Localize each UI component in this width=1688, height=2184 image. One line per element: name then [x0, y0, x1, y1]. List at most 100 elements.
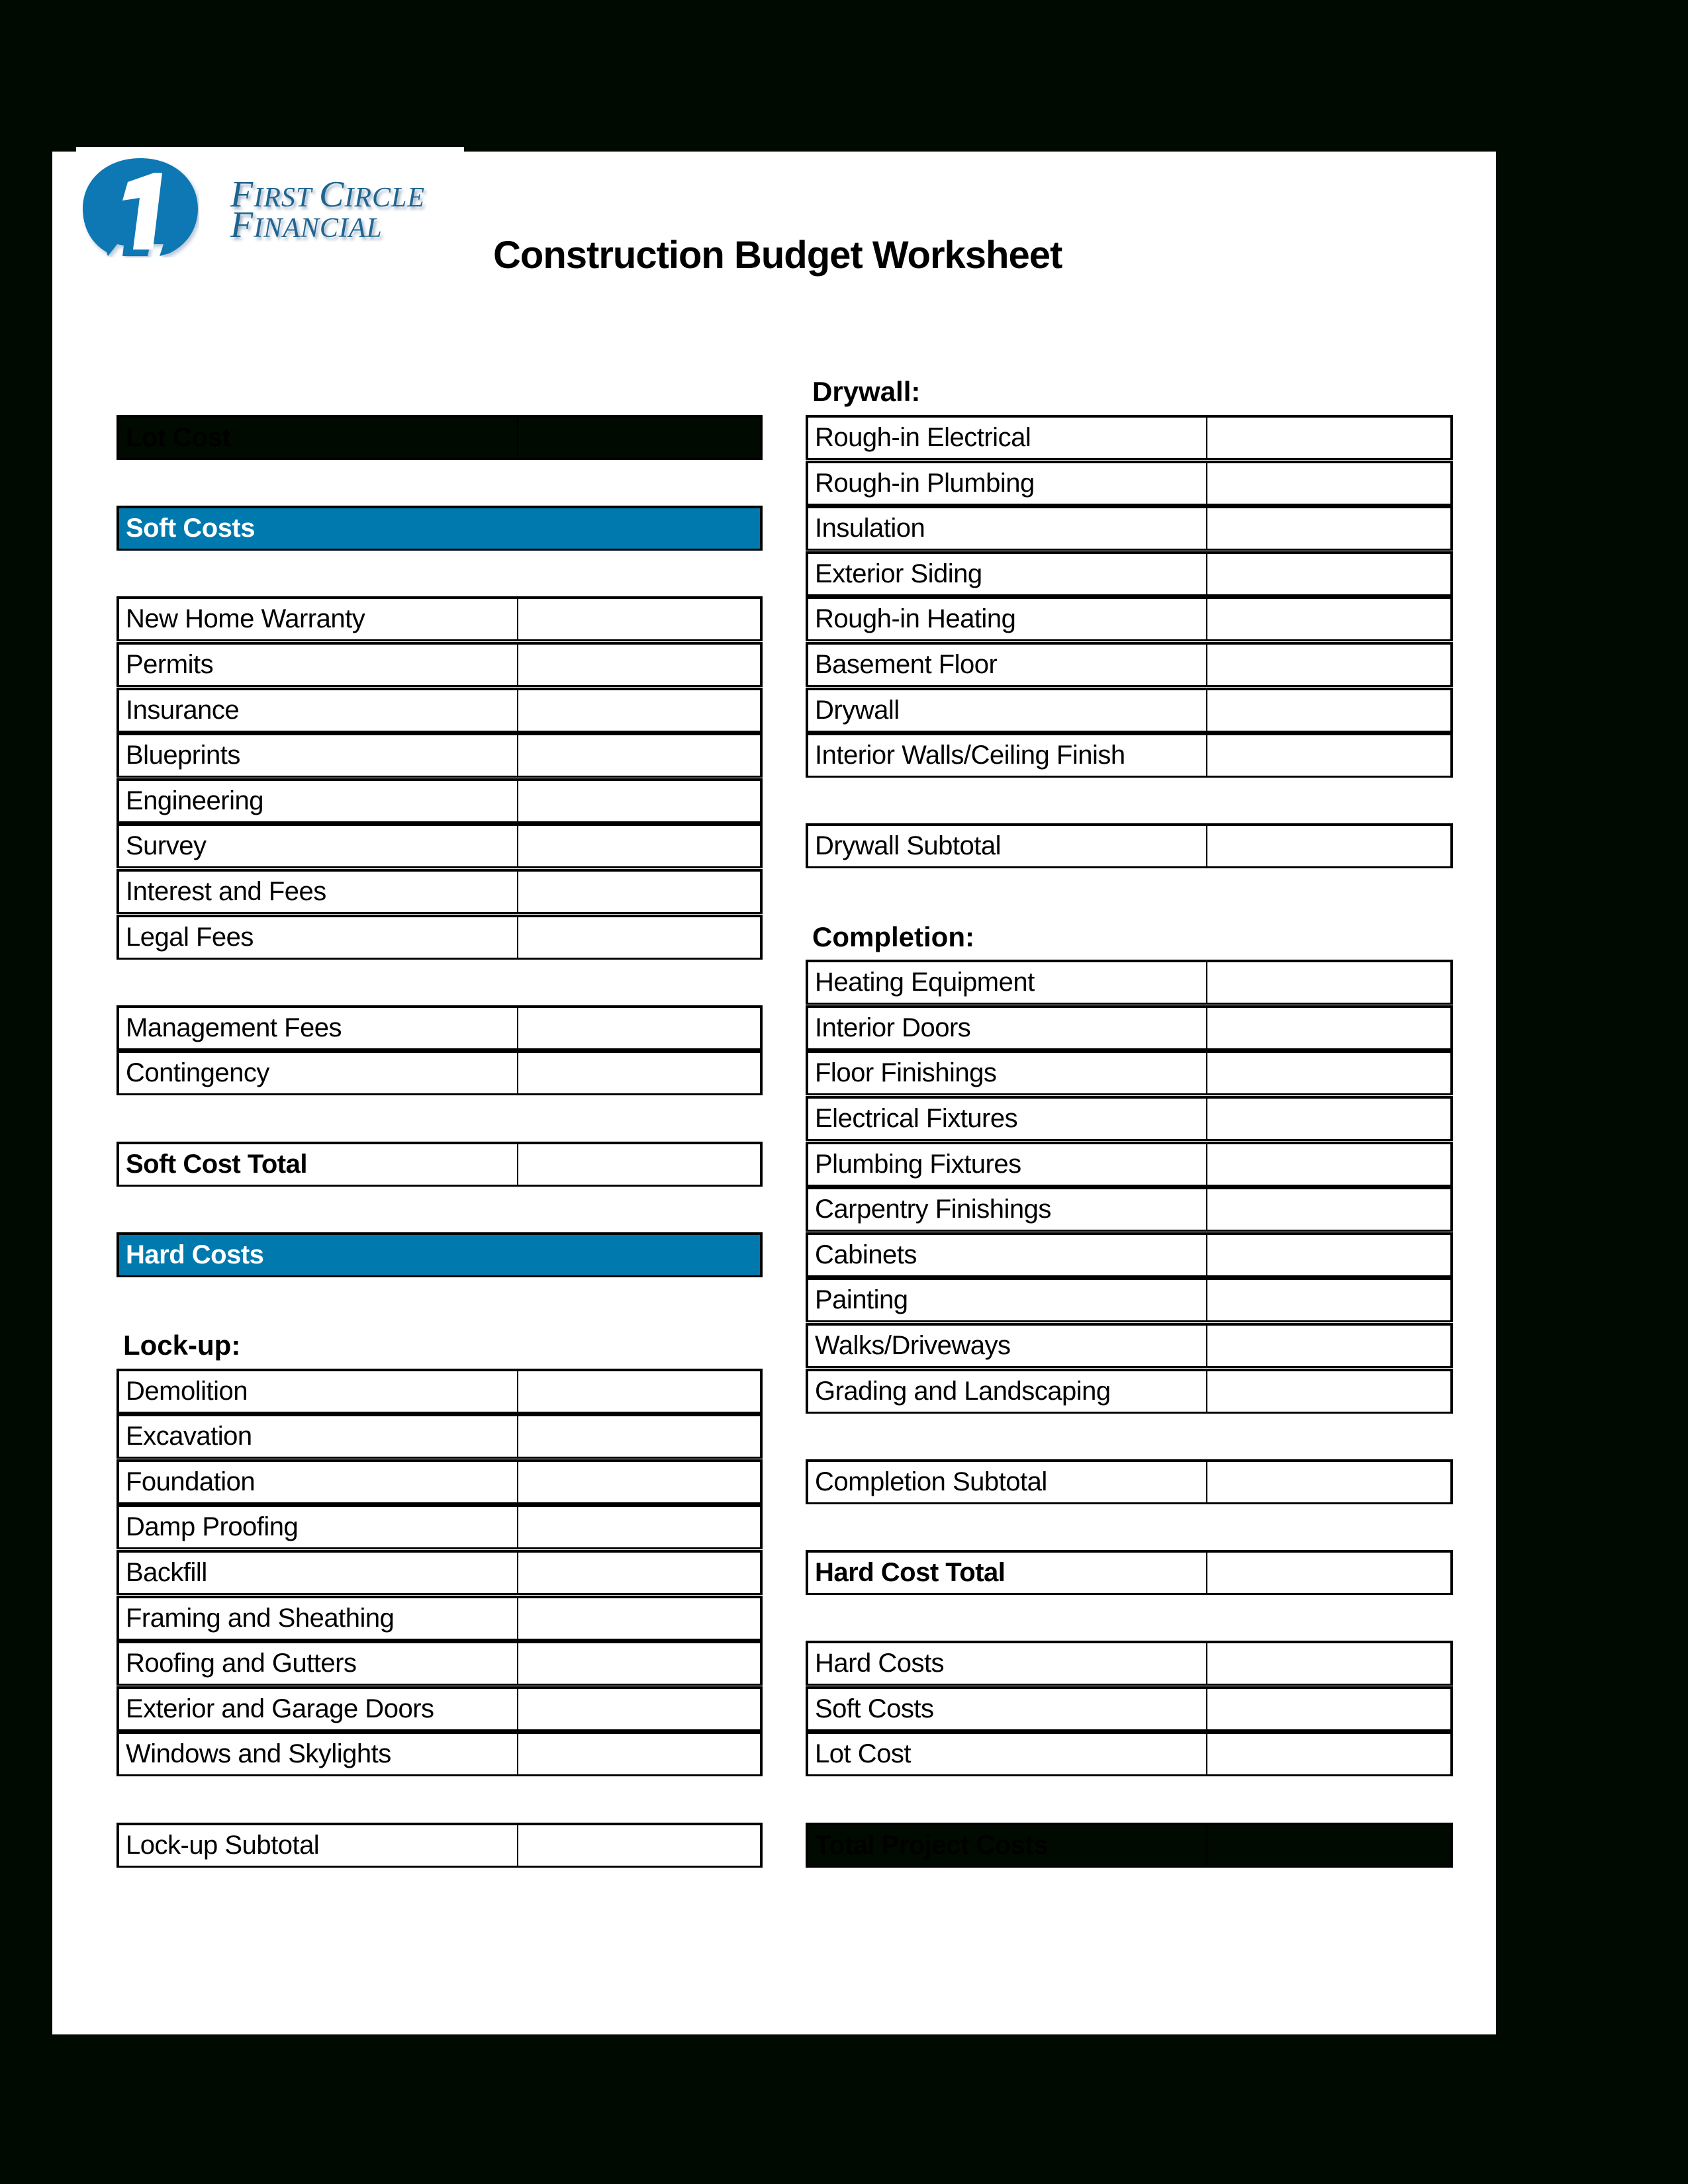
grading-and-landscaping-amount-field[interactable]	[1206, 1369, 1453, 1414]
excavation-row: Excavation	[117, 1414, 763, 1459]
total-project-costs-amount-field[interactable]	[1206, 1823, 1453, 1868]
hard-cost-total-amount-field[interactable]	[1206, 1550, 1453, 1595]
label-cell: Framing and Sheathing	[117, 1596, 518, 1641]
roofing-and-gutters-row: Roofing and Gutters	[117, 1641, 763, 1686]
management-fees-row: Management Fees	[117, 1005, 763, 1050]
framing-and-sheathing-label: Framing and Sheathing	[126, 1604, 395, 1633]
plumbing-fixtures-amount-field[interactable]	[1206, 1142, 1453, 1187]
backfill-amount-field[interactable]	[517, 1550, 763, 1595]
excavation-label: Excavation	[126, 1422, 252, 1451]
exterior-and-garage-doors-label: Exterior and Garage Doors	[126, 1694, 434, 1723]
drywall-exterior-siding-amount-field[interactable]	[1206, 551, 1453, 596]
walks-driveways-amount-field[interactable]	[1206, 1323, 1453, 1368]
contingency-amount-field[interactable]	[517, 1050, 763, 1095]
lock-up-subtotal-amount-field[interactable]	[517, 1823, 763, 1868]
drywall-subtotal-row: Drywall Subtotal	[806, 823, 1453, 868]
logo-text-financial: FINANCIAL	[230, 204, 383, 246]
label-cell: Interior Walls/Ceiling Finish	[806, 733, 1207, 778]
drywall-rough-in-electrical-row: Rough-in Electrical	[806, 415, 1453, 460]
foundation-amount-field[interactable]	[517, 1459, 763, 1504]
summary-soft-costs-amount-field[interactable]	[1206, 1686, 1453, 1731]
interest-and-fees-amount-field[interactable]	[517, 869, 763, 914]
permits-amount-field[interactable]	[517, 642, 763, 687]
carpentry-finishings-label: Carpentry Finishings	[815, 1195, 1051, 1224]
drywall-rough-in-electrical-label: Rough-in Electrical	[815, 423, 1031, 452]
label-cell: Windows and Skylights	[117, 1731, 518, 1776]
drywall-insulation-amount-field[interactable]	[1206, 506, 1453, 551]
windows-and-skylights-label: Windows and Skylights	[126, 1739, 391, 1768]
label-cell: Floor Finishings	[806, 1050, 1207, 1095]
insurance-row: Insurance	[117, 688, 763, 733]
label-cell: Interest and Fees	[117, 869, 518, 914]
label-cell: Blueprints	[117, 733, 518, 778]
interior-doors-amount-field[interactable]	[1206, 1005, 1453, 1050]
roofing-and-gutters-amount-field[interactable]	[517, 1641, 763, 1686]
cabinets-amount-field[interactable]	[1206, 1232, 1453, 1277]
drywall-rough-in-electrical-amount-field[interactable]	[1206, 415, 1453, 460]
electrical-fixtures-amount-field[interactable]	[1206, 1096, 1453, 1141]
completion-subtotal-row: Completion Subtotal	[806, 1459, 1453, 1504]
soft-cost-total-amount-field[interactable]	[517, 1142, 763, 1187]
survey-label: Survey	[126, 831, 207, 860]
drywall-basement-floor-amount-field[interactable]	[1206, 642, 1453, 687]
drywall-basement-floor-row: Basement Floor	[806, 642, 1453, 687]
contingency-row: Contingency	[117, 1050, 763, 1095]
drywall-rough-in-plumbing-amount-field[interactable]	[1206, 461, 1453, 506]
legal-fees-amount-field[interactable]	[517, 915, 763, 960]
new-home-warranty-amount-field[interactable]	[517, 596, 763, 641]
drywall-insulation-label: Insulation	[815, 514, 925, 543]
label-cell: Rough-in Electrical	[806, 415, 1207, 460]
label-cell: Grading and Landscaping	[806, 1369, 1207, 1414]
label-cell: Foundation	[117, 1459, 518, 1504]
soft-costs-header-label: Soft Costs	[126, 514, 256, 543]
excavation-amount-field[interactable]	[517, 1414, 763, 1459]
exterior-and-garage-doors-amount-field[interactable]	[517, 1686, 763, 1731]
drywall-rough-in-heating-amount-field[interactable]	[1206, 596, 1453, 641]
lock-up-subtotal-row: Lock-up Subtotal	[117, 1823, 763, 1868]
plumbing-fixtures-label: Plumbing Fixtures	[815, 1150, 1021, 1179]
engineering-amount-field[interactable]	[517, 778, 763, 823]
contingency-label: Contingency	[126, 1058, 269, 1087]
completion-subtotal-amount-field[interactable]	[1206, 1459, 1453, 1504]
drywall-subtotal-amount-field[interactable]	[1206, 823, 1453, 868]
label-cell: Roofing and Gutters	[117, 1641, 518, 1686]
drywall-heading: Drywall:	[812, 376, 921, 407]
drywall-subtotal-label: Drywall Subtotal	[815, 831, 1002, 860]
drywall-interior-walls-ceiling-finish-row: Interior Walls/Ceiling Finish	[806, 733, 1453, 778]
floor-finishings-amount-field[interactable]	[1206, 1050, 1453, 1095]
permits-label: Permits	[126, 650, 214, 679]
drywall-exterior-siding-row: Exterior Siding	[806, 551, 1453, 596]
painting-amount-field[interactable]	[1206, 1277, 1453, 1322]
windows-and-skylights-row: Windows and Skylights	[117, 1731, 763, 1776]
blueprints-amount-field[interactable]	[517, 733, 763, 778]
electrical-fixtures-row: Electrical Fixtures	[806, 1096, 1453, 1141]
label-cell: Soft Costs	[117, 506, 763, 551]
management-fees-amount-field[interactable]	[517, 1005, 763, 1050]
carpentry-finishings-amount-field[interactable]	[1206, 1187, 1453, 1232]
framing-and-sheathing-amount-field[interactable]	[517, 1596, 763, 1641]
demolition-amount-field[interactable]	[517, 1369, 763, 1414]
survey-amount-field[interactable]	[517, 823, 763, 868]
summary-hard-costs-amount-field[interactable]	[1206, 1641, 1453, 1686]
label-cell: Excavation	[117, 1414, 518, 1459]
soft-cost-total-label: Soft Cost Total	[126, 1150, 307, 1179]
summary-lot-cost-amount-field[interactable]	[1206, 1731, 1453, 1776]
survey-row: Survey	[117, 823, 763, 868]
lock-up-subtotal-label: Lock-up Subtotal	[126, 1831, 320, 1860]
insurance-label: Insurance	[126, 696, 240, 725]
interior-doors-row: Interior Doors	[806, 1005, 1453, 1050]
new-home-warranty-row: New Home Warranty	[117, 596, 763, 641]
drywall-interior-walls-ceiling-finish-amount-field[interactable]	[1206, 733, 1453, 778]
windows-and-skylights-amount-field[interactable]	[517, 1731, 763, 1776]
drywall-drywall-amount-field[interactable]	[1206, 688, 1453, 733]
insurance-amount-field[interactable]	[517, 688, 763, 733]
drywall-drywall-label: Drywall	[815, 696, 900, 725]
damp-proofing-amount-field[interactable]	[517, 1504, 763, 1549]
lot-cost-amount-field[interactable]	[517, 415, 763, 460]
drywall-rough-in-plumbing-row: Rough-in Plumbing	[806, 461, 1453, 506]
framing-and-sheathing-row: Framing and Sheathing	[117, 1596, 763, 1641]
completion-subtotal-label: Completion Subtotal	[815, 1467, 1047, 1496]
heating-equipment-amount-field[interactable]	[1206, 960, 1453, 1005]
label-cell: Cabinets	[806, 1232, 1207, 1277]
label-cell: Management Fees	[117, 1005, 518, 1050]
